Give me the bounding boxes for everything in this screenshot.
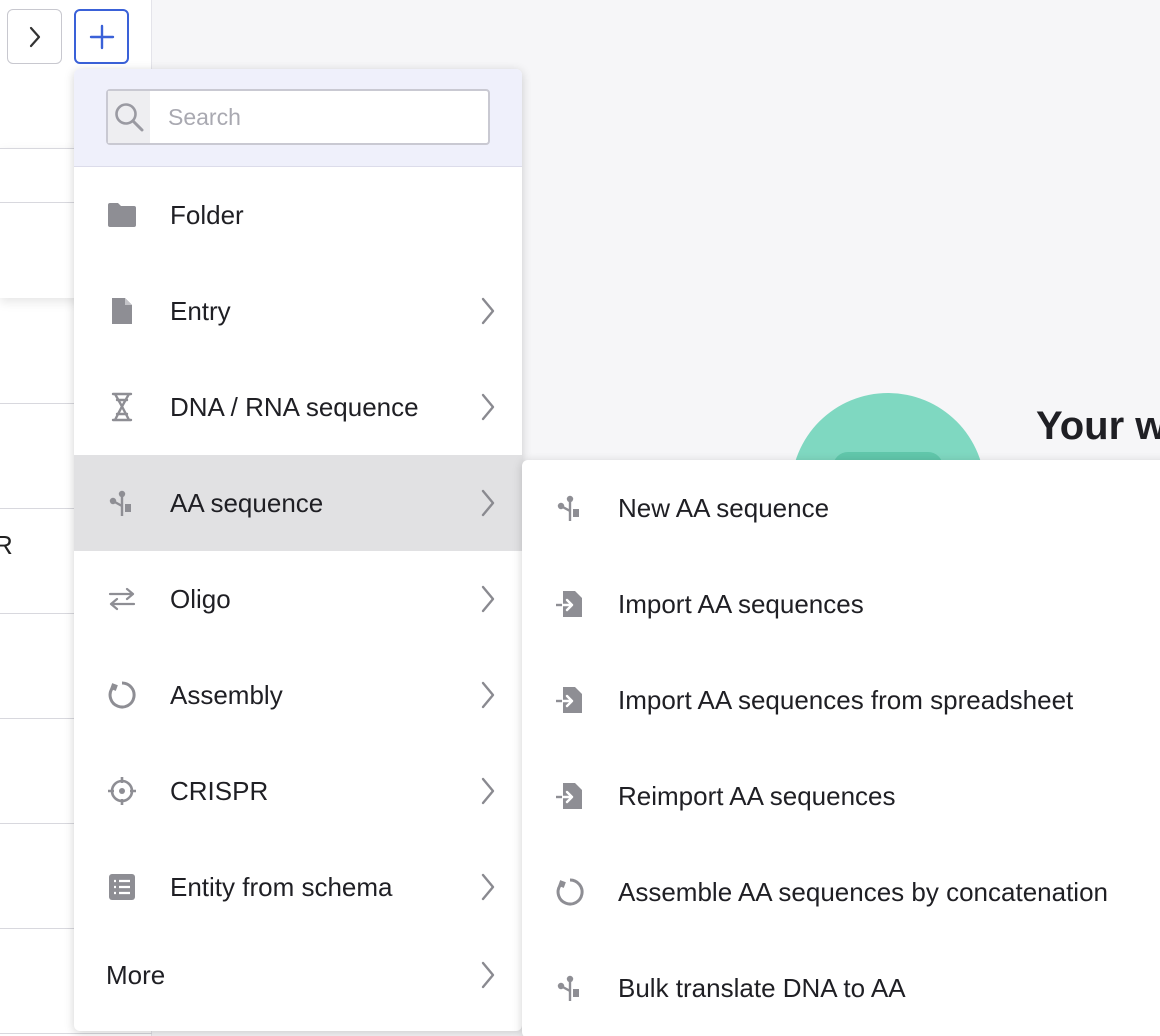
menu-item-label: Folder	[170, 199, 244, 230]
hero-title: Your w	[1036, 404, 1160, 448]
search-input[interactable]	[150, 91, 488, 143]
chevron-right-icon	[27, 25, 43, 49]
search-box	[106, 89, 490, 145]
submenu-item-new-aa-sequence[interactable]: New AA sequence	[522, 460, 1160, 556]
submenu-item-assemble-by-concatenation[interactable]: Assemble AA sequences by concatenation	[522, 844, 1160, 940]
chevron-right-icon	[476, 871, 500, 903]
submenu-item-label: Assemble AA sequences by concatenation	[618, 876, 1108, 907]
submenu-item-reimport-aa-sequences[interactable]: Reimport AA sequences	[522, 748, 1160, 844]
menu-item-aa-sequence[interactable]: AA sequence	[74, 455, 522, 551]
swap-arrows-icon	[106, 583, 138, 615]
folder-icon	[106, 199, 138, 231]
chevron-right-icon	[476, 583, 500, 615]
submenu-item-import-aa-sequences[interactable]: Import AA sequences	[522, 556, 1160, 652]
create-new-button[interactable]	[74, 9, 129, 64]
submenu-item-label: Import AA sequences from spreadsheet	[618, 684, 1074, 715]
import-file-icon	[554, 588, 586, 620]
submenu-item-label: Bulk translate DNA to AA	[618, 972, 906, 1003]
submenu-item-label: Import AA sequences	[618, 588, 864, 619]
chevron-right-icon	[476, 959, 500, 991]
circular-assembly-icon	[106, 679, 138, 711]
import-file-icon	[554, 684, 586, 716]
circular-assembly-icon	[554, 876, 586, 908]
chevron-right-icon	[476, 487, 500, 519]
menu-item-entity-from-schema[interactable]: Entity from schema	[74, 839, 522, 935]
chevron-right-icon	[476, 391, 500, 423]
submenu-item-label: New AA sequence	[618, 492, 830, 523]
menu-item-entry[interactable]: Entry	[74, 263, 522, 359]
menu-item-assembly[interactable]: Assembly	[74, 647, 522, 743]
menu-item-folder[interactable]: Folder	[74, 167, 522, 263]
menu-item-dna-rna-sequence[interactable]: DNA / RNA sequence	[74, 359, 522, 455]
aa-sequence-submenu: New AA sequence Import AA sequences Impo…	[522, 460, 1160, 1036]
aa-sequence-icon	[106, 487, 138, 519]
import-file-icon	[554, 780, 586, 812]
app-root: R Your w Folder	[0, 0, 1160, 1036]
dna-helix-icon	[106, 391, 138, 423]
menu-item-label: AA sequence	[170, 487, 324, 518]
menu-item-label: More	[106, 959, 166, 990]
menu-item-crispr[interactable]: CRISPR	[74, 743, 522, 839]
file-icon	[106, 295, 138, 327]
submenu-item-bulk-translate-dna-to-aa[interactable]: Bulk translate DNA to AA	[522, 940, 1160, 1036]
submenu-item-label: Reimport AA sequences	[618, 780, 896, 811]
crosshair-icon	[106, 775, 138, 807]
expand-sidebar-button[interactable]	[7, 9, 62, 64]
aa-sequence-icon	[554, 492, 586, 524]
sidebar-row-fragment: R	[0, 530, 13, 560]
search-icon	[108, 91, 150, 143]
menu-item-label: Entry	[170, 295, 231, 326]
chevron-right-icon	[476, 679, 500, 711]
plus-icon	[88, 23, 116, 51]
create-menu: Folder Entry DNA / RNA sequence AA	[74, 69, 522, 1031]
menu-item-label: Oligo	[170, 583, 231, 614]
menu-item-label: DNA / RNA sequence	[170, 391, 419, 422]
menu-item-oligo[interactable]: Oligo	[74, 551, 522, 647]
menu-item-more[interactable]: More	[74, 935, 522, 1015]
divider	[0, 1033, 152, 1034]
menu-item-label: Entity from schema	[170, 871, 393, 902]
submenu-item-import-from-spreadsheet[interactable]: Import AA sequences from spreadsheet	[522, 652, 1160, 748]
aa-sequence-icon	[554, 972, 586, 1004]
menu-item-label: CRISPR	[170, 775, 269, 806]
chevron-right-icon	[476, 775, 500, 807]
schema-list-icon	[106, 871, 138, 903]
menu-item-label: Assembly	[170, 679, 283, 710]
menu-search-area	[74, 69, 522, 167]
chevron-right-icon	[476, 295, 500, 327]
